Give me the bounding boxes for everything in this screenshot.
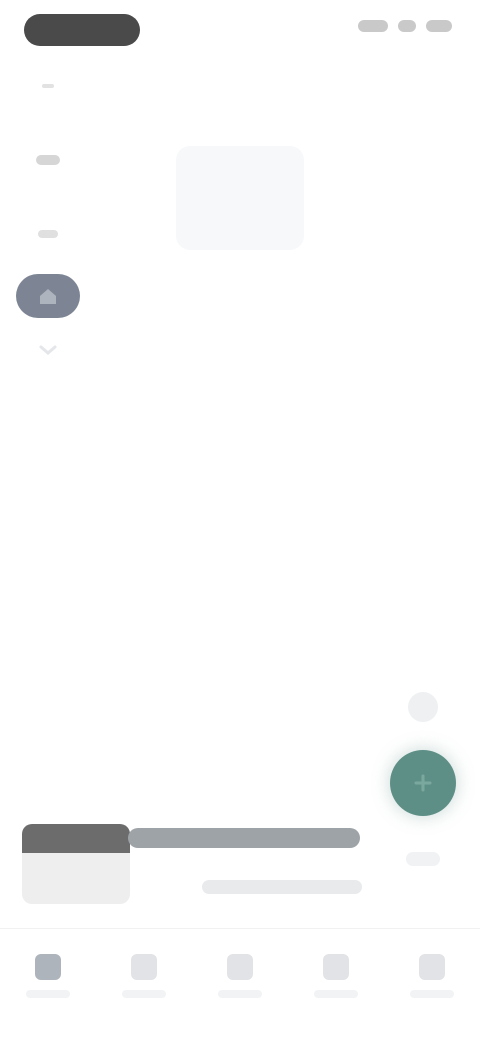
now-playing-bar[interactable] [18,818,362,914]
fab-label [406,852,440,866]
status-icons [358,20,452,32]
battery-icon [426,20,452,32]
home-icon [35,954,61,980]
nav-label [218,990,262,998]
track-subtitle [202,880,362,894]
bell-icon [323,954,349,980]
library-icon [227,954,253,980]
wifi-icon [398,20,416,32]
nav-label [410,990,454,998]
add-icon [414,774,432,792]
nav-home[interactable] [0,930,96,1040]
status-pill [24,14,140,46]
nav-label [314,990,358,998]
dot-icon [42,84,54,88]
nav-library[interactable] [192,930,288,1040]
chevron-down-icon [39,345,57,355]
list-icon [38,230,58,238]
home-icon [40,289,56,304]
divider [0,928,480,929]
menu-item-2[interactable] [16,148,80,172]
profile-icon [419,954,445,980]
add-button[interactable] [390,750,456,816]
nav-notifications[interactable] [288,930,384,1040]
nav-search[interactable] [96,930,192,1040]
content-placeholder [176,146,304,250]
grid-icon [36,155,60,165]
nav-label [26,990,70,998]
nav-label [122,990,166,998]
signal-icon [358,20,388,32]
bottom-nav [0,930,480,1040]
menu-item-4[interactable] [16,274,80,318]
album-art [22,824,130,904]
nav-profile[interactable] [384,930,480,1040]
search-icon [131,954,157,980]
track-title [128,828,360,848]
mini-action-button[interactable] [408,692,438,722]
menu-item-1[interactable] [16,74,80,98]
menu-item-3[interactable] [16,222,80,246]
menu-item-5[interactable] [16,338,80,362]
